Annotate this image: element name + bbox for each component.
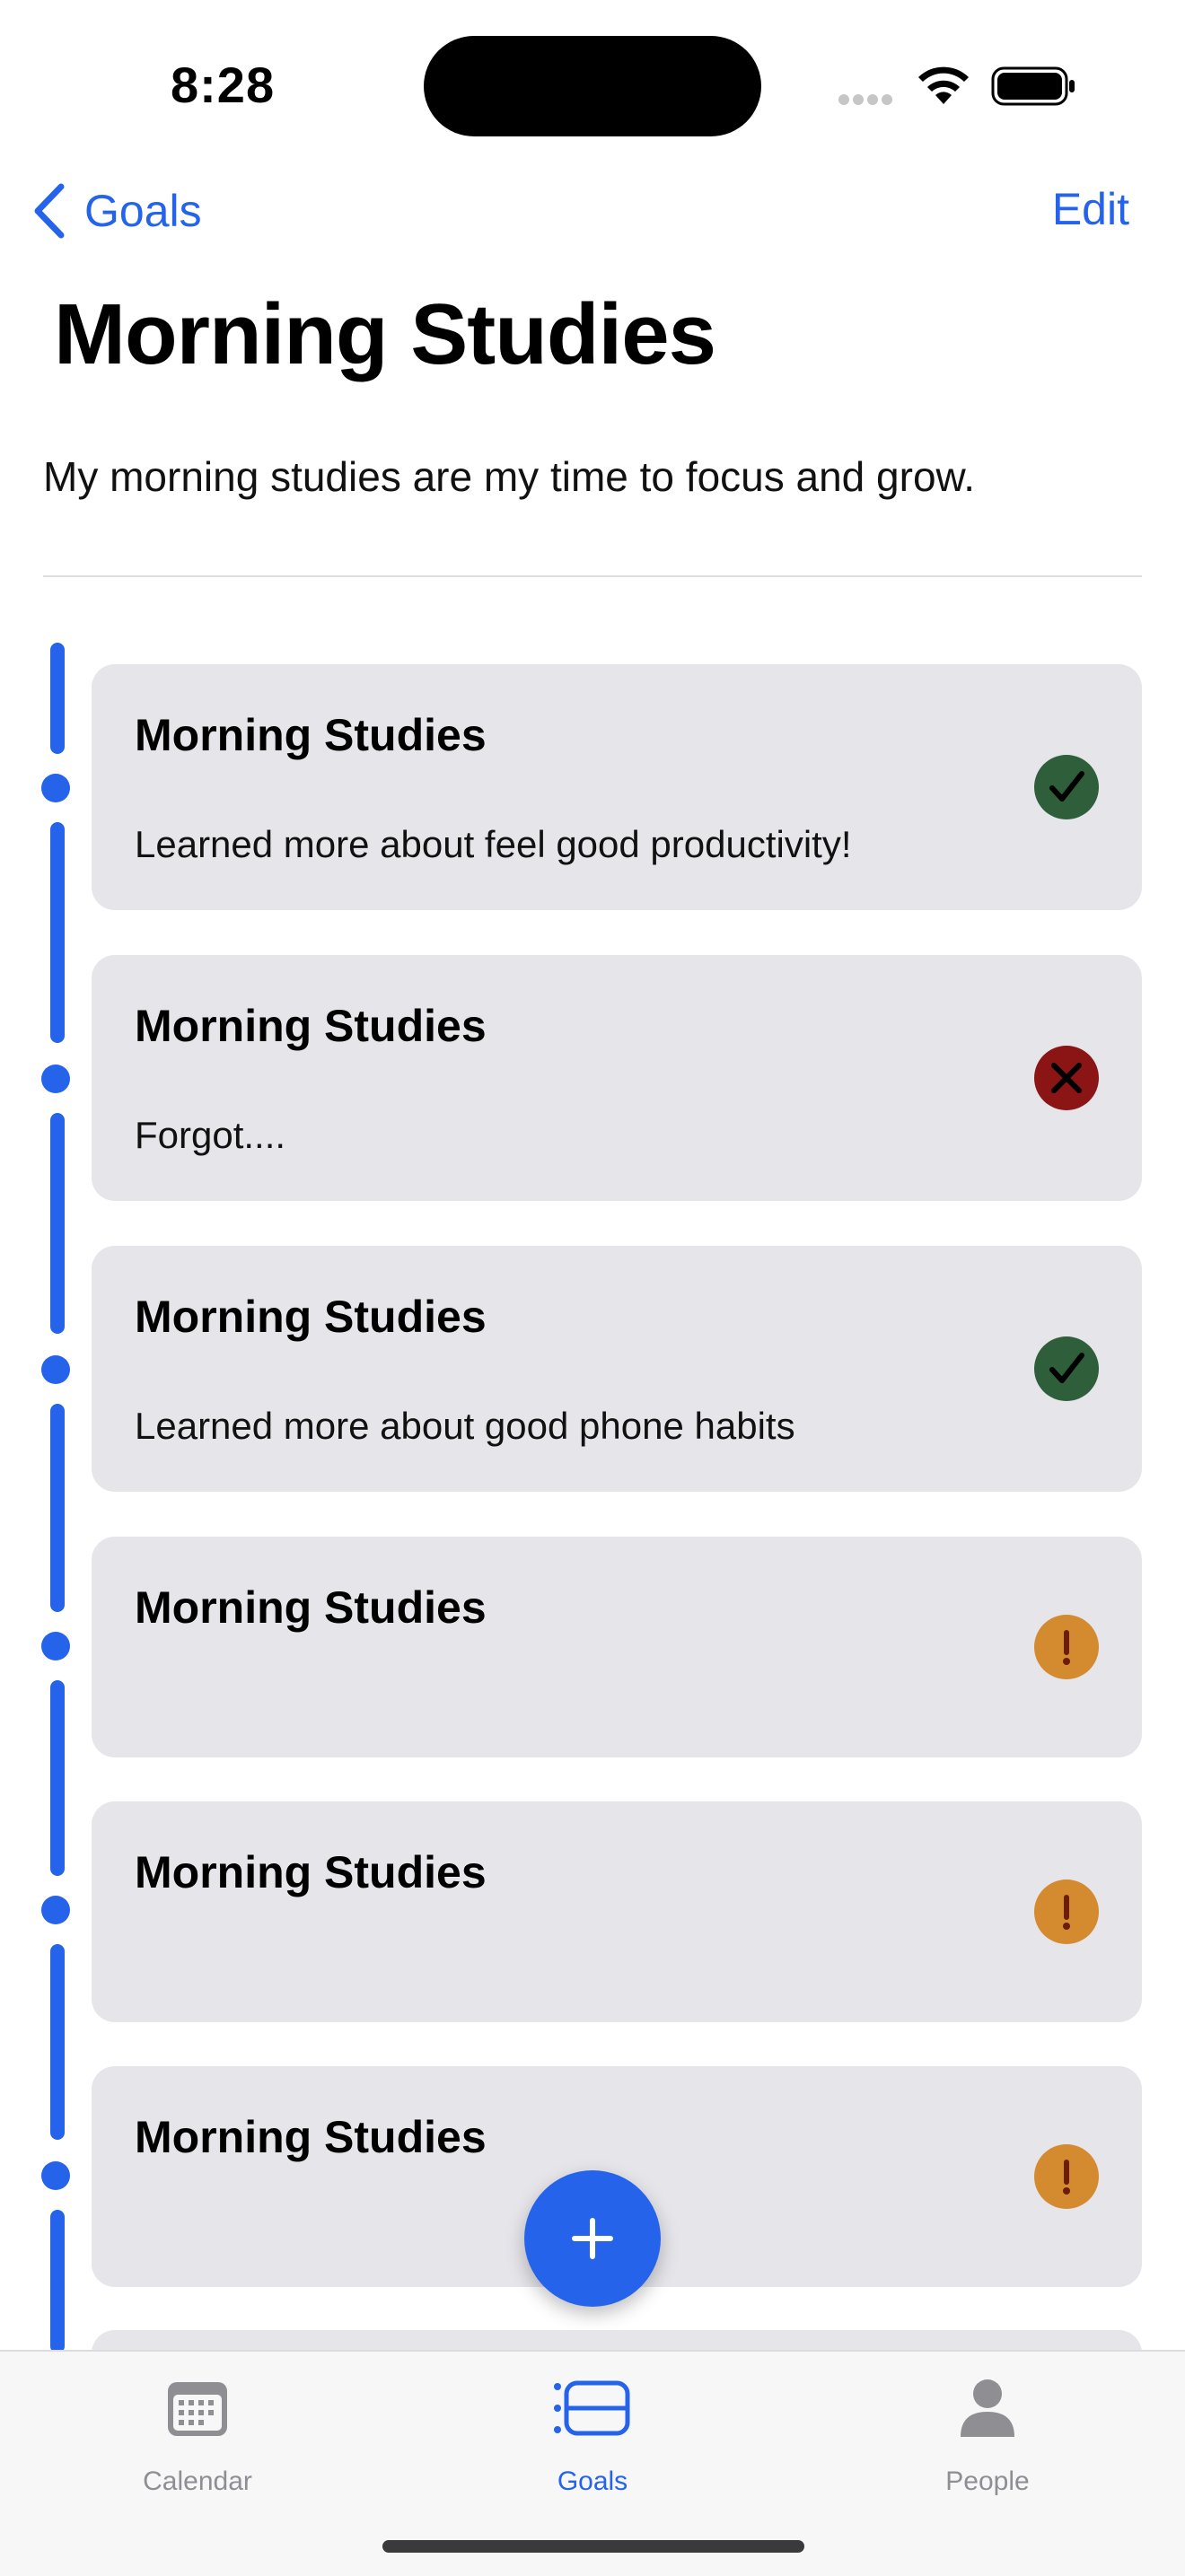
person-icon [961,2379,1014,2437]
status-pending-badge[interactable] [1034,1615,1099,1679]
back-button-label: Goals [84,186,202,236]
goals-icon [554,2380,630,2436]
entry-note: Learned more about good phone habits [135,1405,795,1447]
chevron-left-icon [34,183,65,239]
battery-icon [991,66,1077,110]
entry-card[interactable]: Morning Studies Learned more about good … [92,1246,1142,1492]
timeline-segment [50,1680,65,1876]
divider [43,575,1142,577]
checkmark-icon [1049,1353,1084,1383]
timeline-dot [41,1065,70,1093]
dynamic-island [424,36,761,136]
tab-label: People [945,2466,1030,2496]
status-pending-badge[interactable] [1034,1879,1099,1944]
entry-card[interactable]: Morning Studies Learned more about feel … [92,664,1142,910]
exclamation-icon [1063,2160,1070,2195]
status-failed-badge[interactable] [1034,1046,1099,1110]
tab-label: Goals [557,2466,628,2496]
timeline-dot [41,1355,70,1384]
status-time: 8:28 [171,57,276,113]
tab-people[interactable]: People [853,2370,1122,2497]
tab-label: Calendar [143,2466,252,2496]
exclamation-icon [1063,1895,1070,1930]
timeline-segment [50,2210,65,2353]
wifi-icon [916,65,971,110]
x-mark-icon [1051,1063,1082,1093]
entry-card[interactable]: Morning Studies [92,1537,1142,1757]
status-success-badge[interactable] [1034,755,1099,819]
timeline-dot [41,774,70,802]
back-button[interactable]: Goals [32,180,202,242]
entry-note: Learned more about feel good productivit… [135,823,852,865]
timeline-segment [50,1404,65,1612]
entry-title: Morning Studies [135,710,487,760]
tab-goals[interactable]: Goals [458,2370,727,2497]
timeline-segment [50,643,65,754]
exclamation-icon [1063,1630,1070,1665]
goal-description: My morning studies are my time to focus … [43,453,975,500]
cellular-signal-icon [838,93,896,110]
add-entry-button[interactable] [524,2170,661,2307]
entry-card[interactable]: Morning Studies Forgot.... [92,955,1142,1201]
entry-title: Morning Studies [135,1847,487,1897]
plus-icon [572,2218,613,2259]
entry-title: Morning Studies [135,1292,487,1342]
status-pending-badge[interactable] [1034,2144,1099,2209]
timeline-segment [50,1944,65,2140]
entry-note: Forgot.... [135,1114,286,1156]
entry-title: Morning Studies [135,1001,487,1051]
calendar-icon [168,2382,227,2436]
edit-button[interactable]: Edit [1052,183,1129,235]
home-indicator [382,2540,804,2553]
timeline-dot [41,1896,70,1924]
entry-card[interactable]: Morning Studies [92,1801,1142,2022]
checkmark-icon [1049,771,1084,802]
timeline-segment [50,1113,65,1334]
status-success-badge[interactable] [1034,1336,1099,1401]
entry-title: Morning Studies [135,2112,487,2162]
page-title: Morning Studies [54,286,716,382]
timeline-segment [50,822,65,1043]
timeline-dot [41,2161,70,2190]
timeline-dot [41,1632,70,1660]
tab-calendar[interactable]: Calendar [63,2370,332,2497]
entry-title: Morning Studies [135,1582,487,1633]
